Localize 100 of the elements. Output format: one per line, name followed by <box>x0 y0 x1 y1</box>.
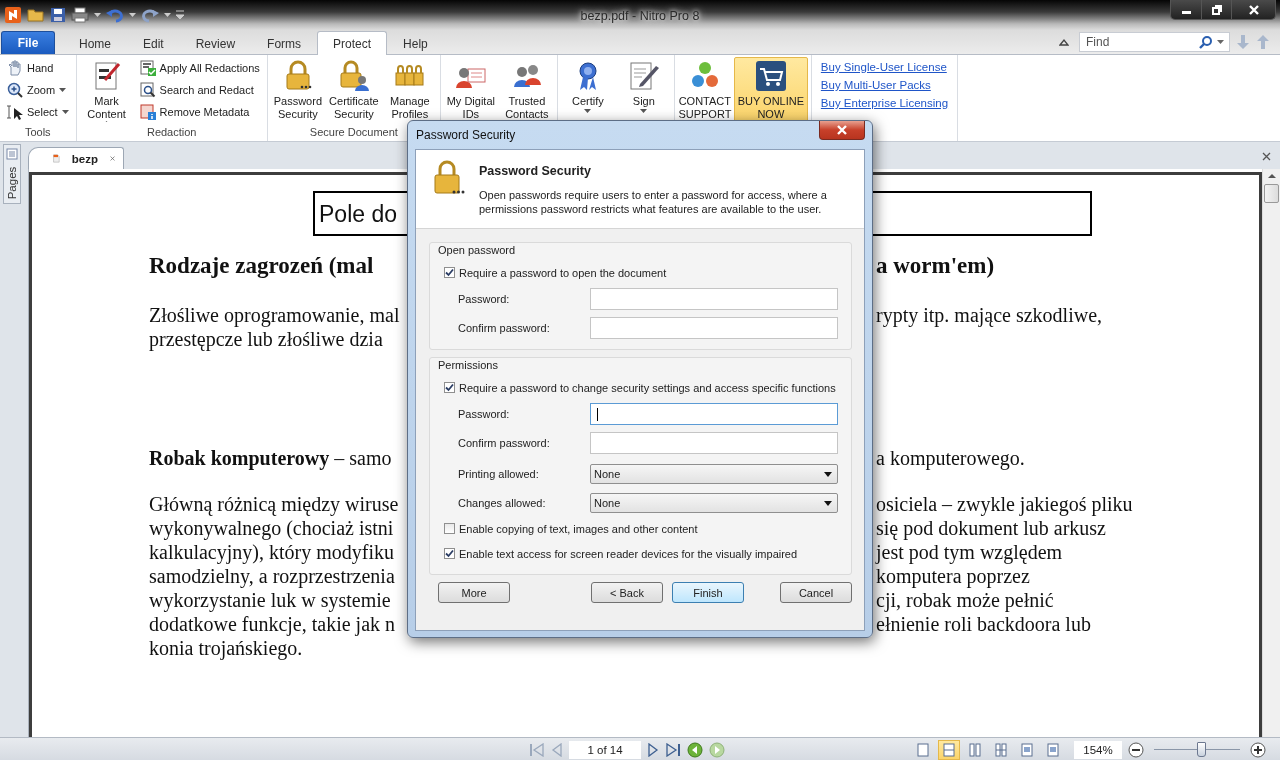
ribbon-button[interactable]: Hand <box>3 57 73 78</box>
document-text-line: Złośliwe oprogramowanie, mal <box>149 303 401 327</box>
ribbon-button[interactable]: Password Security <box>270 57 325 123</box>
ribbon-button[interactable]: Remove Metadata <box>135 101 264 122</box>
ribbon-button[interactable]: Apply All Redactions <box>135 57 264 78</box>
ribbon-button[interactable]: CONTACT SUPPORT <box>677 57 732 123</box>
dialog-button[interactable]: Cancel <box>780 582 852 603</box>
pdf-file-icon <box>53 151 60 166</box>
scroll-up-icon[interactable] <box>1267 173 1276 179</box>
dialog-button[interactable]: < Back <box>591 582 663 603</box>
dialog-heading: Password Security <box>479 164 592 178</box>
document-heading: a worm'em) <box>876 252 995 280</box>
dropdown-field[interactable]: None <box>590 464 838 484</box>
zoom-out-icon[interactable] <box>1128 741 1144 758</box>
group-label: Tools <box>23 126 52 140</box>
document-text-line: kalkulacyjny), który modyfiku <box>149 540 395 564</box>
ribbon-tab[interactable]: Forms <box>251 32 318 54</box>
ribbon-button[interactable]: Select <box>3 101 73 122</box>
ribbon-button[interactable]: My Digital IDs <box>443 57 498 123</box>
ribbon-button[interactable]: Manage Profiles <box>382 57 437 123</box>
last-page-icon[interactable] <box>665 742 681 757</box>
checkbox-label[interactable]: Require a password to open the document <box>459 266 667 279</box>
slider-thumb[interactable] <box>1197 742 1207 757</box>
folder-icon[interactable] <box>27 7 45 23</box>
ribbon-button[interactable]: Certify <box>560 57 615 123</box>
caret-icon[interactable] <box>94 12 101 18</box>
restore-button[interactable] <box>1201 0 1231 19</box>
pages-panel-tab[interactable]: Pages <box>3 144 21 204</box>
close-button[interactable] <box>819 121 865 140</box>
checkmark-icon <box>445 268 454 277</box>
checkbox-label[interactable]: Enable copying of text, images and other content <box>459 522 698 535</box>
caret-icon <box>584 108 592 113</box>
vertical-scrollbar[interactable] <box>1262 169 1280 737</box>
cursor-icon <box>7 103 23 120</box>
close-tab-icon[interactable] <box>109 154 115 163</box>
document-text-line: komputera poprzez <box>876 564 1030 588</box>
close-icon <box>836 125 848 135</box>
checkbox[interactable] <box>444 523 455 534</box>
document-text-line: wykonywalnego (chociaż istni <box>149 516 395 540</box>
scrollbar-thumb[interactable] <box>1264 184 1279 203</box>
close-document-icon[interactable] <box>1262 152 1271 161</box>
undo-icon[interactable] <box>106 7 124 23</box>
checkbox[interactable] <box>444 267 455 278</box>
customize-caret-icon[interactable] <box>176 10 184 20</box>
dialog-button[interactable]: Finish <box>672 582 744 603</box>
password-field[interactable] <box>590 288 838 310</box>
zoom-in-icon[interactable] <box>1250 741 1266 758</box>
back-icon[interactable] <box>687 741 703 758</box>
page-number-field[interactable]: 1 of 14 <box>569 740 641 759</box>
caret-icon[interactable] <box>164 12 171 18</box>
ribbon-button[interactable]: Mark Content <box>79 57 134 123</box>
dropdown-field[interactable]: None <box>590 493 838 513</box>
redo-icon[interactable] <box>141 7 159 23</box>
password-field[interactable] <box>590 317 838 339</box>
checkbox-label[interactable]: Enable text access for screen reader devices for the visually impaired <box>459 547 798 560</box>
ribbon-tab[interactable]: Protect <box>317 31 388 55</box>
ribbon-button[interactable]: Sign <box>616 57 671 123</box>
checkbox[interactable] <box>444 548 455 559</box>
buy-link[interactable]: Buy Single-User License <box>820 61 949 73</box>
pen-icon <box>627 60 660 92</box>
document-text-line: Główną różnicą między wiruse <box>149 492 400 516</box>
checkbox[interactable] <box>444 382 455 393</box>
document-text-line: a komputerowego. <box>876 446 1025 470</box>
collapse-ribbon-icon[interactable] <box>1059 38 1069 46</box>
ribbon-tab[interactable]: Edit <box>127 32 180 54</box>
ribbon-tab[interactable]: Help <box>387 32 444 54</box>
ribbon-tab[interactable]: Review <box>179 32 252 54</box>
ribbon-button[interactable]: Search and Redact <box>135 79 264 100</box>
caret-icon[interactable] <box>129 12 136 18</box>
buy-link[interactable]: Buy Enterprise Licensing <box>820 97 949 109</box>
restore-icon <box>1211 4 1222 15</box>
field-label: Changes allowed: <box>457 497 547 509</box>
password-field[interactable] <box>590 403 838 425</box>
view-mode-button[interactable] <box>938 739 960 760</box>
ribbon-button[interactable]: Certificate Security <box>326 57 381 123</box>
padlock-user-icon <box>337 60 370 92</box>
close-button[interactable] <box>1231 0 1275 19</box>
dialog-description: Open passwords require users to enter a password for access, where a permissions password restricts what features are available to the user. <box>479 188 828 216</box>
next-page-icon[interactable] <box>647 742 659 757</box>
document-tab[interactable]: bezp <box>28 147 124 169</box>
checkbox-label[interactable]: Require a password to change security settings and access specific functions <box>459 381 836 394</box>
document-text-line: osiciela – zwykle jakiegoś pliku <box>876 492 1133 516</box>
checkmark-icon <box>445 383 454 392</box>
printer-icon[interactable] <box>71 7 89 23</box>
document-text-line: się pod dokument lub arkusz <box>876 516 1106 540</box>
zoom-level-field[interactable]: 154% <box>1074 740 1122 759</box>
minimize-button[interactable] <box>1171 0 1201 19</box>
page-view-icon <box>916 742 930 757</box>
password-field[interactable] <box>590 432 838 454</box>
ribbon-button[interactable]: Trusted Contacts <box>499 57 554 123</box>
dialog-button[interactable]: More <box>438 582 510 603</box>
file-tab[interactable]: File <box>1 31 55 54</box>
ribbon-tab[interactable]: Home <box>63 32 127 54</box>
ribbon-button[interactable]: BUY ONLINE NOW <box>733 57 808 123</box>
app-logo-icon[interactable] <box>4 6 22 24</box>
page-view-icon <box>968 742 982 757</box>
save-icon[interactable] <box>50 7 66 23</box>
document-text-line: ełnienie roli backdoora lub <box>876 612 1091 636</box>
ribbon-button[interactable]: Zoom <box>3 79 73 100</box>
buy-link[interactable]: Buy Multi-User Packs <box>820 79 949 91</box>
